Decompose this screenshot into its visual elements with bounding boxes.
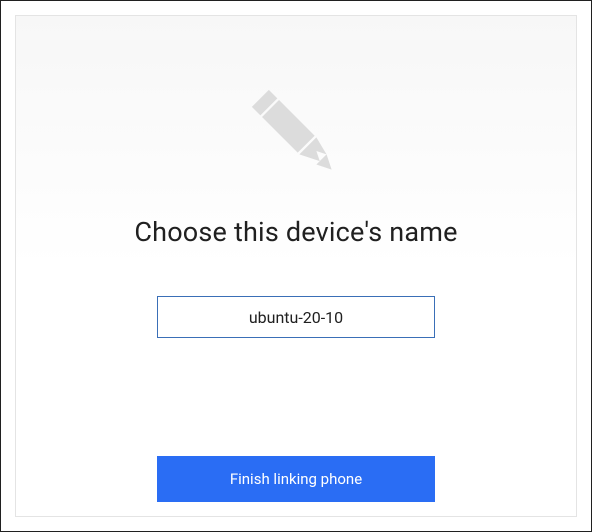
pencil-icon [236,74,356,194]
dialog-panel: Choose this device's name Finish linking… [15,15,577,517]
device-name-input-wrap [157,296,435,338]
dialog-icon-wrap [236,74,356,194]
dialog-heading: Choose this device's name [134,216,457,248]
device-name-input[interactable] [157,296,435,338]
finish-linking-button[interactable]: Finish linking phone [157,456,435,502]
dialog-outer-frame: Choose this device's name Finish linking… [0,0,592,532]
